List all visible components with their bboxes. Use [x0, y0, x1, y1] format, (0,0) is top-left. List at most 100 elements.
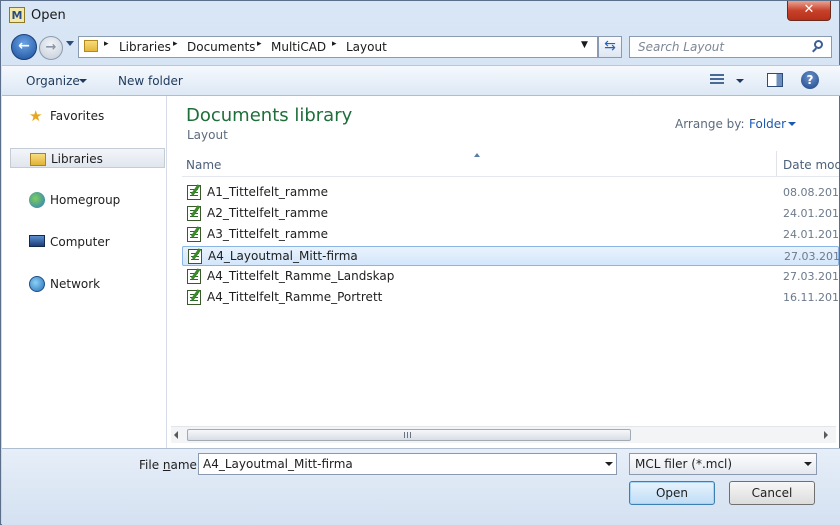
mcl-file-icon: [187, 185, 201, 200]
refresh-button[interactable]: ⇆: [598, 36, 622, 58]
scrollbar-grip-icon: [404, 432, 412, 438]
navigation-bar: ← → ▸ Libraries ▸ Documents ▸ MultiCAD ▸…: [8, 33, 834, 61]
mcl-file-icon: [187, 290, 201, 305]
sidebar-item-libraries[interactable]: Libraries: [10, 148, 165, 168]
sort-ascending-icon: [474, 153, 480, 157]
scroll-right-arrow-icon[interactable]: [824, 431, 828, 439]
computer-icon: [29, 235, 45, 247]
folder-icon: [84, 40, 98, 52]
column-header-date-modified[interactable]: Date mod: [783, 158, 840, 172]
sidebar-item-network[interactable]: Network: [10, 274, 165, 294]
arrange-by-label: Arrange by:: [675, 117, 745, 131]
column-divider[interactable]: [776, 151, 777, 176]
forward-button[interactable]: →: [39, 36, 63, 60]
search-input[interactable]: Search Layout: [638, 40, 724, 54]
file-type-select[interactable]: MCL filer (*.mcl): [629, 453, 817, 475]
preview-pane-icon[interactable]: [767, 73, 783, 87]
file-date: 08.08.2011: [783, 186, 840, 199]
sidebar-item-label: Computer: [50, 235, 110, 249]
file-name: A3_Tittelfelt_ramme: [207, 227, 328, 241]
horizontal-scrollbar[interactable]: [171, 426, 836, 443]
sidebar-item-label: Homegroup: [50, 193, 121, 207]
breadcrumb-layout[interactable]: Layout: [346, 40, 387, 54]
file-name-label-part: ame:: [170, 458, 201, 472]
multicad-app-icon: M: [9, 7, 25, 23]
back-button[interactable]: ←: [11, 34, 37, 60]
file-name-history-chevron-down-icon[interactable]: [605, 462, 613, 466]
address-dropdown-chevron-down-icon[interactable]: ▼: [581, 40, 588, 50]
organize-button[interactable]: Organize: [26, 74, 80, 88]
file-row[interactable]: A2_Tittelfelt_ramme 24.01.2010: [182, 204, 840, 224]
mcl-file-icon: [187, 206, 201, 221]
column-header-name[interactable]: Name: [186, 158, 221, 172]
network-icon: [29, 276, 45, 292]
file-type-value: MCL filer (*.mcl): [635, 457, 733, 471]
file-name: A2_Tittelfelt_ramme: [207, 206, 328, 220]
open-dialog: M Open ✕ ← → ▸ Libraries ▸ Documents ▸ M…: [0, 0, 840, 525]
file-date: 16.11.2010: [783, 291, 840, 304]
change-view-icon[interactable]: [710, 74, 724, 86]
mcl-file-icon: [187, 227, 201, 242]
file-name-input[interactable]: [198, 453, 617, 475]
file-row[interactable]: A1_Tittelfelt_ramme 08.08.2011: [182, 183, 840, 203]
file-name: A1_Tittelfelt_ramme: [207, 185, 328, 199]
file-date: 24.01.2010: [783, 228, 840, 241]
file-date: 24.01.2010: [783, 207, 840, 220]
navigation-pane: ★ Favorites Libraries Homegroup Computer…: [2, 96, 167, 448]
search-box[interactable]: Search Layout: [629, 36, 832, 58]
breadcrumb-multicad[interactable]: MultiCAD: [271, 40, 326, 54]
cancel-button[interactable]: Cancel: [729, 481, 815, 505]
dialog-footer: File name: MCL filer (*.mcl) Open Cancel: [2, 448, 840, 525]
file-list-pane: Documents library Layout Arrange by: Fol…: [167, 96, 840, 448]
breadcrumb-chevron-icon[interactable]: ▸: [104, 39, 109, 49]
homegroup-icon: [29, 192, 45, 208]
title-bar: M Open ✕: [1, 1, 839, 31]
breadcrumb-chevron-icon[interactable]: ▸: [332, 39, 337, 49]
view-options-chevron-down-icon[interactable]: [736, 79, 744, 83]
library-title: Documents library: [186, 105, 353, 126]
mcl-file-icon: [187, 269, 201, 284]
file-name-label-part: File: [139, 458, 163, 472]
file-date: 27.03.2012: [784, 250, 840, 263]
breadcrumb-chevron-icon[interactable]: ▸: [173, 39, 178, 49]
new-folder-button[interactable]: New folder: [118, 74, 183, 88]
command-toolbar: Organize New folder ?: [2, 65, 840, 96]
arrange-by-chevron-down-icon[interactable]: [788, 122, 796, 126]
recent-pages-chevron-down-icon[interactable]: [66, 41, 74, 46]
window-title: Open: [31, 8, 66, 23]
library-subtitle: Layout: [187, 128, 228, 142]
column-header: Name Date mod: [182, 151, 840, 177]
sidebar-item-label: Favorites: [50, 109, 105, 123]
file-row-selected[interactable]: A4_Layoutmal_Mitt-firma 27.03.2012: [182, 246, 840, 266]
sidebar-item-label: Network: [50, 277, 101, 291]
help-icon[interactable]: ?: [801, 71, 819, 89]
file-name: A4_Layoutmal_Mitt-firma: [208, 249, 358, 263]
breadcrumb-chevron-icon[interactable]: ▸: [257, 39, 262, 49]
file-name: A4_Tittelfelt_Ramme_Portrett: [207, 290, 383, 304]
scroll-left-arrow-icon[interactable]: [174, 431, 178, 439]
file-name-label: File name:: [139, 458, 201, 472]
file-row[interactable]: A3_Tittelfelt_ramme 24.01.2010: [182, 225, 840, 245]
sidebar-item-computer[interactable]: Computer: [10, 232, 165, 252]
file-date: 27.03.2012: [783, 270, 840, 283]
file-name: A4_Tittelfelt_Ramme_Landskap: [207, 269, 395, 283]
close-button[interactable]: ✕: [787, 1, 831, 21]
open-button[interactable]: Open: [629, 481, 715, 505]
breadcrumb-libraries[interactable]: Libraries: [119, 40, 171, 54]
address-bar[interactable]: ▸ Libraries ▸ Documents ▸ MultiCAD ▸ Lay…: [78, 36, 598, 58]
file-type-chevron-down-icon: [804, 462, 812, 466]
sidebar-item-homegroup[interactable]: Homegroup: [10, 190, 165, 210]
breadcrumb-documents[interactable]: Documents: [187, 40, 255, 54]
file-row[interactable]: A4_Tittelfelt_Ramme_Portrett 16.11.2010: [182, 288, 840, 308]
file-row[interactable]: A4_Tittelfelt_Ramme_Landskap 27.03.2012: [182, 267, 840, 287]
mcl-file-icon: [188, 249, 202, 264]
organize-chevron-down-icon: [79, 79, 87, 83]
sidebar-item-favorites[interactable]: ★ Favorites: [10, 106, 165, 126]
arrange-by-dropdown[interactable]: Folder: [749, 117, 786, 131]
star-icon: ★: [29, 107, 43, 125]
libraries-icon: [30, 153, 46, 166]
sidebar-item-label: Libraries: [51, 152, 103, 166]
scrollbar-thumb[interactable]: [187, 429, 631, 441]
file-name-label-accelerator: n: [162, 458, 171, 472]
search-icon[interactable]: [814, 40, 823, 49]
